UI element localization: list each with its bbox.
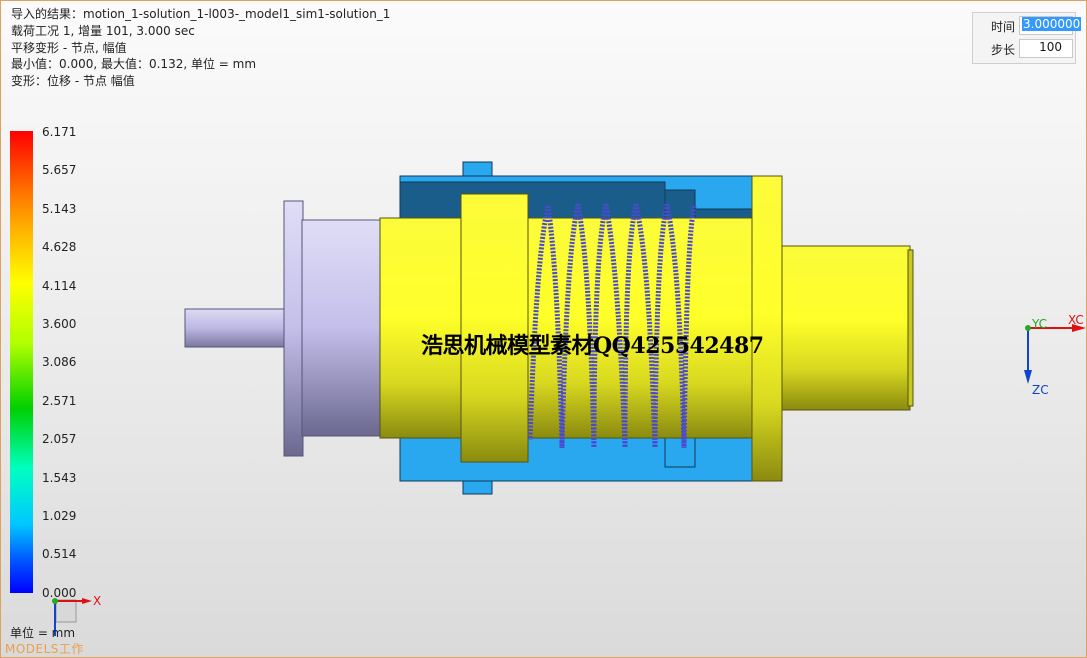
watermark-text: 浩思机械模型素材QQ425542487 bbox=[421, 333, 764, 359]
xc-axis-label: XC bbox=[1068, 313, 1084, 327]
view-triad bbox=[1024, 324, 1086, 384]
input-shaft bbox=[184, 200, 383, 457]
small-x-axis-label: X bbox=[93, 594, 102, 608]
status-text: MODELS工作 bbox=[5, 642, 84, 656]
yc-axis-label: YC bbox=[1032, 317, 1048, 331]
zc-axis-label: ZC bbox=[1032, 383, 1049, 397]
legend-unit: 单位 = mm bbox=[10, 626, 76, 640]
